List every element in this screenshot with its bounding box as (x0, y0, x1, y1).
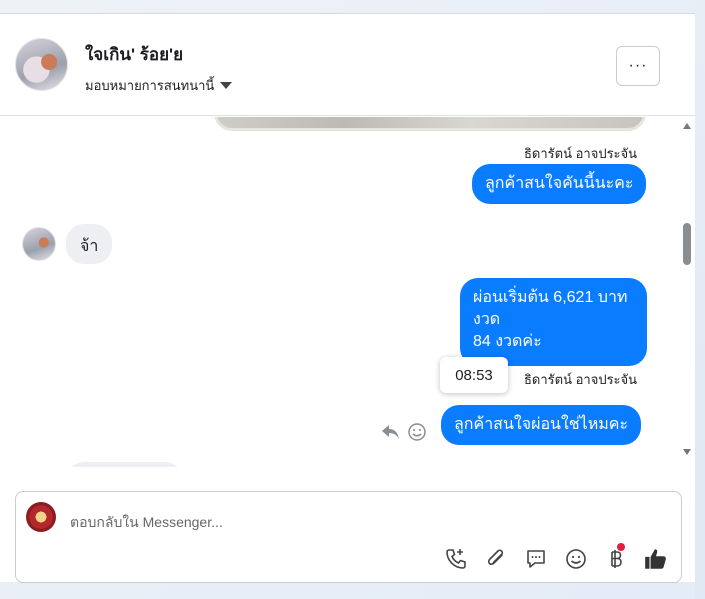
scroll-up-arrow-icon[interactable] (683, 123, 691, 129)
incoming-message[interactable]: จ้า (66, 224, 113, 264)
message-line: 84 งวดค่ะ (473, 333, 542, 350)
message-line: ผ่อนเริ่มต้น 6,621 บาท (473, 289, 628, 306)
message-line: งวด (473, 311, 501, 328)
sender-label: ธิดารัตน์ อาจประจัน (524, 372, 638, 387)
notification-dot (617, 543, 625, 551)
caret-down-icon (220, 82, 233, 89)
outgoing-message[interactable]: ลูกค้าสนใจคันนี้นะคะ (472, 164, 647, 204)
composer-toolbar (443, 543, 669, 572)
conversation-header: ใจเกิน' ร้อย'ย มอบหมายการสนทนานี้ ··· (0, 14, 695, 116)
assign-label: มอบหมายการสนทนานี้ (85, 78, 215, 93)
phone-plus-icon[interactable] (443, 546, 469, 572)
scrollbar-thumb[interactable] (683, 223, 691, 265)
image-attachment[interactable] (214, 117, 646, 131)
contact-name[interactable]: ใจเกิน' ร้อย'ย (85, 41, 183, 68)
react-emoji-icon[interactable] (407, 422, 427, 447)
reply-icon[interactable] (381, 423, 401, 446)
message-actions (381, 422, 427, 447)
scroll-down-arrow-icon[interactable] (683, 449, 691, 455)
contact-avatar[interactable] (15, 38, 68, 91)
conversation-panel: ใจเกิน' ร้อย'ย มอบหมายการสนทนานี้ ··· ธิ… (0, 13, 695, 583)
more-options-button[interactable]: ··· (616, 46, 660, 86)
outgoing-message[interactable]: ลูกค้าสนใจผ่อนใช่ไหมคะ (441, 405, 642, 445)
paperclip-icon[interactable] (483, 546, 509, 572)
baht-icon[interactable] (603, 543, 629, 572)
assign-conversation-dropdown[interactable]: มอบหมายการสนทนานี้ (85, 75, 233, 96)
message-list: ธิดารัตน์ อาจประจัน ลูกค้าสนใจคันนี้นะคะ… (0, 117, 695, 467)
incoming-message-partial[interactable] (66, 462, 183, 467)
timestamp-tooltip: 08:53 (440, 357, 508, 393)
message-composer[interactable]: ตอบกลับใน Messenger... (15, 491, 682, 583)
page-background-strip (695, 0, 705, 599)
emoji-icon[interactable] (563, 546, 589, 572)
thumbs-up-icon[interactable] (643, 546, 669, 572)
outgoing-message-multiline[interactable]: ผ่อนเริ่มต้น 6,621 บาท งวด 84 งวดค่ะ (460, 278, 647, 366)
reply-input[interactable]: ตอบกลับใน Messenger... (70, 512, 223, 534)
chat-bubble-icon[interactable] (523, 546, 549, 572)
chat-scrollbar[interactable] (678, 113, 694, 455)
sender-label: ธิดารัตน์ อาจประจัน (524, 146, 638, 161)
contact-avatar-small[interactable] (22, 227, 56, 261)
page-avatar (26, 502, 56, 532)
